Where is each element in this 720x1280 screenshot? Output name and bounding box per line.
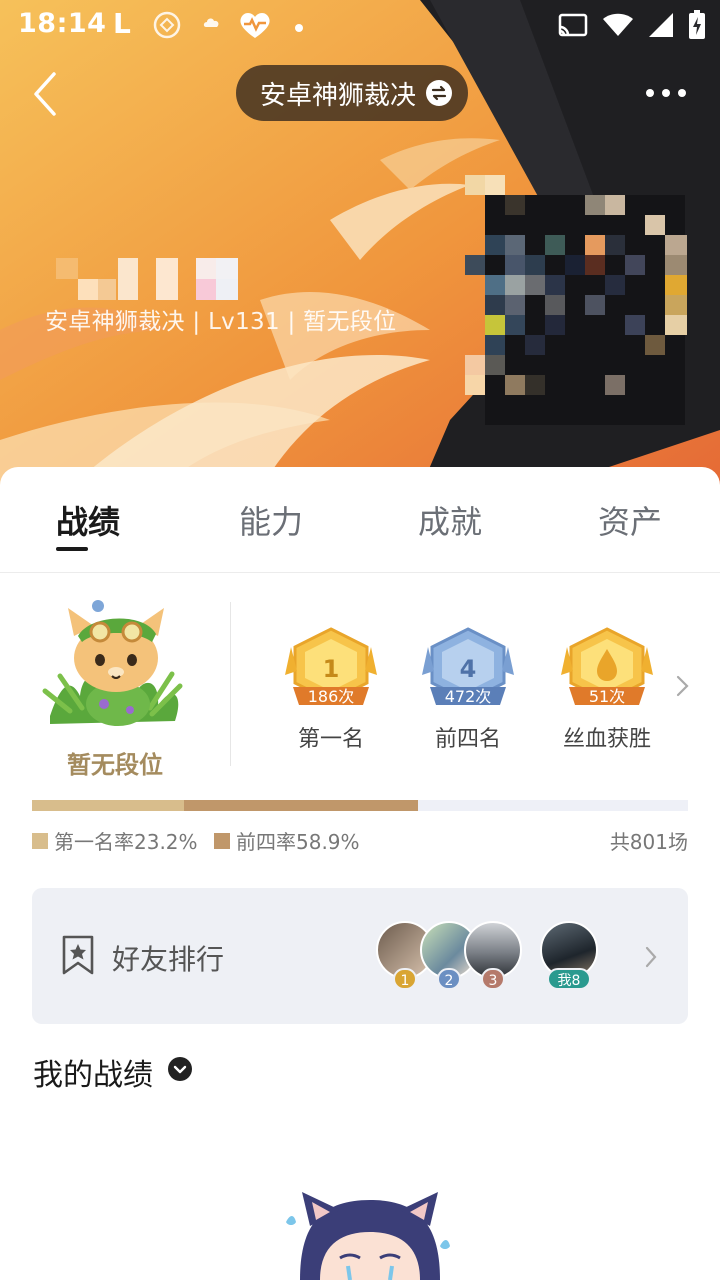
section-divider	[230, 602, 231, 766]
tab-abilities[interactable]: 能力	[239, 497, 303, 543]
friend-ranking-label: 好友排行	[112, 943, 225, 976]
tab-bar: 战绩 能力 成就 资产	[0, 467, 720, 573]
pixelated-nickname	[56, 258, 238, 300]
svg-text:4: 4	[460, 655, 477, 683]
badge-first-count: 186次	[307, 687, 355, 706]
badge-first-label: 第一名	[297, 727, 364, 752]
cast-icon	[558, 13, 588, 41]
rank-label: 暂无段位	[67, 751, 163, 779]
top4-rate-segment	[184, 800, 419, 811]
friend-rank-1-badge: 1	[393, 968, 417, 990]
tab-achievements[interactable]: 成就	[418, 497, 482, 543]
tab-assets[interactable]: 资产	[598, 497, 662, 543]
badge-closewin-label: 丝血获胜	[562, 727, 651, 752]
badge-top-four[interactable]: 4 472次 前四名	[413, 625, 523, 752]
tab-records[interactable]: 战绩	[56, 497, 120, 543]
chevron-down-circle-icon[interactable]	[168, 1057, 192, 1081]
legend-swatch-first	[32, 832, 48, 849]
status-bar: 18:14 L	[0, 0, 720, 50]
friend-ranking-card[interactable]: 好友排行 1 2 3 我8	[32, 888, 688, 1024]
my-records-title[interactable]: 我的战绩	[33, 1050, 153, 1094]
friend-rank-3-badge: 3	[481, 968, 505, 990]
svg-text:1: 1	[323, 655, 340, 683]
legend-swatch-top4	[214, 832, 230, 849]
legend-top4-label: 前四率58.9%	[236, 830, 360, 854]
health-heart-icon	[238, 10, 272, 44]
badge-top4-label: 前四名	[434, 727, 501, 752]
more-horizontal-icon	[646, 89, 686, 97]
empty-state-mascot-image	[286, 1192, 450, 1280]
status-right-icons	[558, 10, 706, 44]
browser-icon	[152, 10, 182, 44]
notification-dot-icon	[294, 18, 304, 37]
legend-top4-rate: 前四率58.9%	[214, 826, 360, 855]
chevron-right-icon	[645, 946, 657, 968]
friend-rank-2-badge: 2	[437, 968, 461, 990]
first-rate-segment	[32, 800, 185, 811]
profile-header-banner: 18:14 L 安卓神狮裁决 安卓神狮裁决 | Lv131 | 暂无段位	[0, 0, 720, 490]
more-button[interactable]	[636, 78, 696, 108]
cloud-icon	[202, 14, 222, 34]
chevron-right-icon	[676, 675, 689, 697]
status-time: 18:14	[18, 8, 107, 39]
status-carrier-letter: L	[113, 7, 131, 40]
header-title: 安卓神狮裁决	[260, 80, 417, 111]
badges-more-button[interactable]	[672, 672, 692, 700]
wifi-icon	[602, 12, 634, 42]
legend-first-rate: 第一名率23.2%	[32, 826, 198, 855]
badge-first-place[interactable]: 1 186次 第一名	[276, 625, 386, 752]
badge-closewin-count: 51次	[588, 687, 626, 706]
legend-first-label: 第一名率23.2%	[54, 830, 198, 854]
pixelated-avatar-image	[465, 175, 687, 425]
profile-subtitle: 安卓神狮裁决 | Lv131 | 暂无段位	[45, 309, 397, 335]
rank-mascot-image[interactable]	[40, 596, 190, 731]
battery-charging-icon	[688, 10, 706, 44]
active-tab-indicator	[56, 547, 88, 551]
chevron-left-icon	[34, 72, 56, 116]
total-games: 共801场	[609, 830, 688, 854]
bookmark-star-icon	[62, 935, 94, 975]
account-switcher[interactable]: 安卓神狮裁决	[236, 65, 469, 121]
back-button[interactable]	[22, 66, 70, 122]
badge-close-win[interactable]: 51次 丝血获胜	[552, 625, 662, 752]
swap-icon	[426, 80, 453, 106]
signal-icon	[648, 12, 674, 42]
badge-top4-count: 472次	[444, 687, 492, 706]
rate-progress-bar	[32, 800, 688, 811]
my-rank-badge: 我8	[547, 968, 591, 990]
